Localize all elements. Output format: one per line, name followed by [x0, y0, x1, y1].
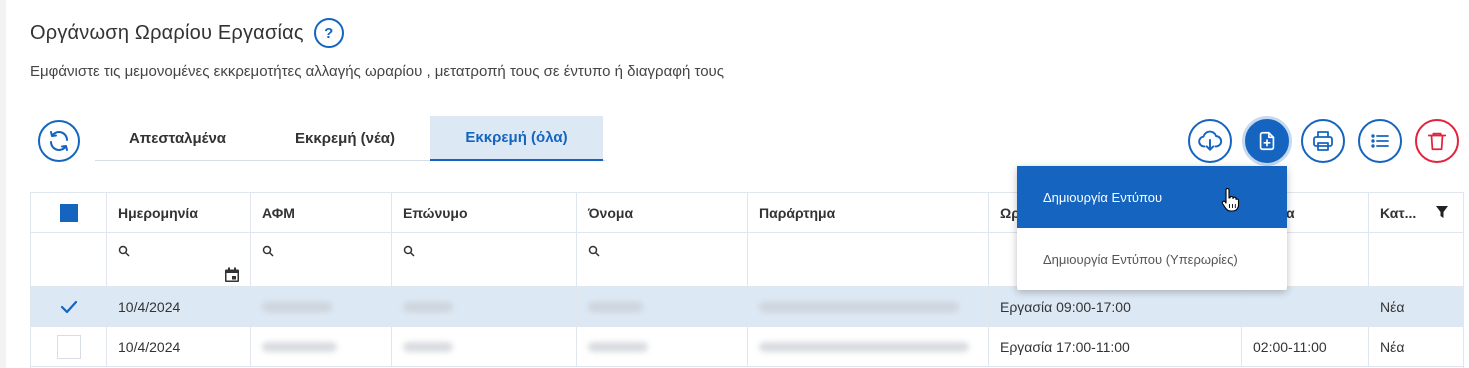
- trash-icon: [1427, 132, 1447, 151]
- filter-branch: [748, 233, 989, 286]
- filter-category: [1369, 233, 1463, 286]
- cell-name-redacted: [577, 287, 748, 326]
- filter-date[interactable]: [107, 233, 251, 286]
- title-row: Οργάνωση Ωραρίου Εργασίας ?: [30, 18, 344, 48]
- column-header-afm[interactable]: ΑΦΜ: [251, 193, 392, 232]
- tab-bar: Απεσταλμένα Εκκρεμή (νέα) Εκκρεμή (όλα): [95, 116, 605, 161]
- row-select-cell: [31, 327, 107, 366]
- cell-schedule: Εργασία 09:00-17:00: [989, 287, 1242, 326]
- left-edge-strip: [0, 0, 6, 368]
- hand-cursor-icon: [1221, 188, 1240, 212]
- tab-sent[interactable]: Απεσταλμένα: [95, 116, 260, 160]
- menu-item-create-form-label: Δημιουργία Εντύπου: [1043, 189, 1163, 205]
- column-header-date[interactable]: Ημερομηνία: [107, 193, 251, 232]
- cell-branch-redacted: [748, 287, 989, 326]
- cell-category: Νέα: [1380, 298, 1405, 315]
- cell-overtime: [1242, 287, 1369, 326]
- select-all-cell: [31, 193, 107, 232]
- refresh-icon: [50, 131, 68, 151]
- filter-surname[interactable]: [392, 233, 577, 286]
- search-icon: [588, 245, 600, 257]
- cell-branch-redacted: [748, 327, 989, 366]
- create-form-menu: Δημιουργία Εντύπου Δημιουργία Εντύπου (Υ…: [1017, 166, 1287, 290]
- download-button[interactable]: [1188, 119, 1232, 163]
- menu-item-create-form[interactable]: Δημιουργία Εντύπου: [1017, 166, 1287, 228]
- calendar-icon[interactable]: [224, 267, 240, 283]
- search-icon: [403, 245, 415, 257]
- tab-pending-new[interactable]: Εκκρεμή (νέα): [260, 116, 430, 160]
- filter-icon[interactable]: [1435, 205, 1449, 219]
- help-button[interactable]: ?: [313, 18, 344, 48]
- refresh-button[interactable]: [38, 120, 80, 162]
- cell-overtime: 02:00-11:00: [1242, 327, 1369, 366]
- table-row[interactable]: 10/4/2024 Εργασία 17:00-11:00 02:00-11:0…: [31, 327, 1463, 367]
- column-header-branch[interactable]: Παράρτημα: [748, 193, 989, 232]
- filter-name[interactable]: [577, 233, 748, 286]
- column-header-category[interactable]: Κατ...: [1369, 193, 1463, 232]
- tab-pending-all[interactable]: Εκκρεμή (όλα): [430, 116, 603, 161]
- column-header-name[interactable]: Όνομα: [577, 193, 748, 232]
- check-icon: [60, 300, 77, 313]
- create-form-button[interactable]: [1245, 119, 1289, 163]
- table-row[interactable]: 10/4/2024 Εργασία 09:00-17:00 Νέα: [31, 287, 1463, 327]
- delete-button[interactable]: [1415, 119, 1459, 163]
- search-icon: [118, 245, 130, 257]
- filter-afm[interactable]: [251, 233, 392, 286]
- page-title: Οργάνωση Ωραρίου Εργασίας: [30, 21, 304, 44]
- cell-surname-redacted: [392, 287, 577, 326]
- row-select-cell: [31, 287, 107, 326]
- list-icon: [1371, 134, 1389, 148]
- row-checkbox[interactable]: [57, 295, 81, 319]
- cell-afm-redacted: [251, 287, 392, 326]
- column-header-surname[interactable]: Επώνυμο: [392, 193, 577, 232]
- cell-schedule: Εργασία 17:00-11:00: [989, 327, 1242, 366]
- cell-name-redacted: [577, 327, 748, 366]
- column-header-category-label: Κατ...: [1380, 204, 1417, 221]
- columns-button[interactable]: [1358, 119, 1402, 163]
- row-checkbox[interactable]: [56, 334, 81, 359]
- cell-surname-redacted: [392, 327, 577, 366]
- print-icon: [1313, 131, 1333, 151]
- cloud-download-icon: [1198, 130, 1223, 151]
- menu-item-create-form-overtime[interactable]: Δημιουργία Εντύπου (Υπερωρίες): [1017, 228, 1287, 290]
- cell-date: 10/4/2024: [107, 287, 251, 326]
- cell-afm-redacted: [251, 327, 392, 366]
- cell-category: Νέα: [1380, 338, 1405, 355]
- page-subtitle: Εμφάνιστε τις μεμονομένες εκκρεμοτήτες α…: [30, 63, 724, 80]
- select-all-checkbox[interactable]: [59, 203, 78, 222]
- file-add-icon: [1259, 131, 1275, 151]
- filter-cell-empty: [31, 233, 107, 286]
- print-button[interactable]: [1301, 119, 1345, 163]
- search-icon: [262, 245, 274, 257]
- cell-date: 10/4/2024: [107, 327, 251, 366]
